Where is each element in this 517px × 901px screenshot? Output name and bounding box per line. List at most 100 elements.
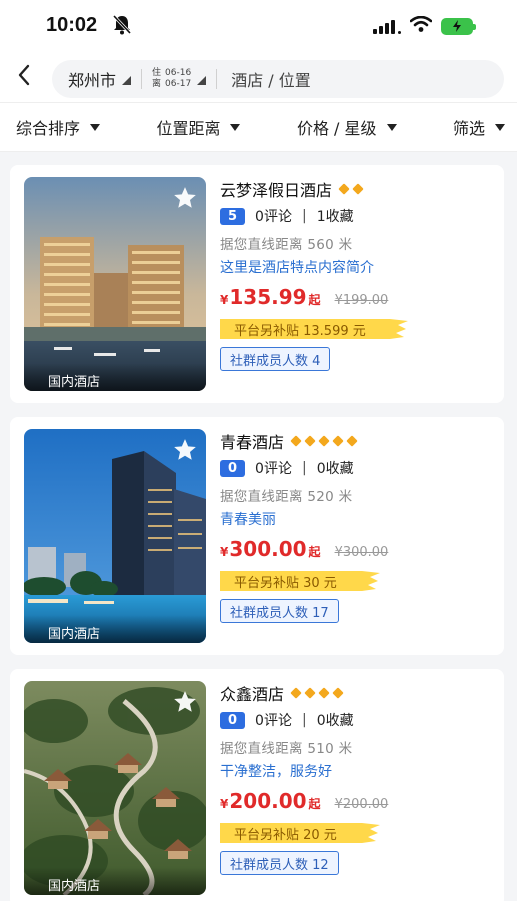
favorite-button[interactable]: [172, 689, 198, 715]
price-amount: 200.00: [229, 789, 307, 813]
currency-symbol: ¥: [220, 797, 229, 811]
original-price: ¥200.00: [334, 797, 389, 812]
favorite-count: 0收藏: [316, 713, 354, 729]
filter-distance[interactable]: 位置距离: [156, 115, 241, 139]
member-count-badge: 社群成员人数 4: [220, 347, 331, 371]
diamond-icon: [332, 687, 344, 699]
favorite-button[interactable]: [172, 437, 198, 463]
filter-label: 价格 / 星级: [296, 119, 377, 138]
filter-price-star[interactable]: 价格 / 星级: [297, 115, 397, 139]
category-tag: 国内酒店: [24, 615, 206, 643]
currency-symbol: ¥: [220, 293, 229, 307]
filter-label: 位置距离: [156, 119, 221, 138]
checkout-label: 离: [152, 79, 162, 89]
date-selector[interactable]: 住 06-16 离 06-17: [152, 68, 207, 90]
hotel-card[interactable]: 国内酒店 青春酒店 0 0评论 | 0收藏 据您直线距离 520 米 青春美丽 …: [10, 417, 504, 655]
back-button[interactable]: [10, 62, 38, 92]
diamond-icon: [352, 183, 364, 195]
hotel-description: 青春美丽: [220, 512, 276, 528]
filter-more[interactable]: 筛选: [453, 115, 505, 139]
filter-label: 筛选: [452, 119, 485, 138]
status-bar: 10:02: [0, 0, 517, 52]
caret-down-icon: [90, 123, 101, 131]
hotel-info: 众鑫酒店 0 0评论 | 0收藏 据您直线距离 510 米 干净整洁，服务好 ¥: [220, 681, 496, 875]
hotel-card[interactable]: 国内酒店 众鑫酒店 0 0评论 | 0收藏 据您直线距离 510 米 干净整洁，…: [10, 669, 504, 901]
diamond-icon: [290, 687, 302, 699]
separator: |: [301, 460, 307, 476]
subsidy-text: 平台另补贴 20 元: [234, 828, 337, 843]
price-amount: 300.00: [229, 537, 307, 561]
filter-sort[interactable]: 综合排序: [16, 115, 101, 139]
score-badge: 0: [220, 711, 246, 729]
hotel-photo: 国内酒店: [24, 681, 206, 895]
diamond-icon: [304, 687, 316, 699]
diamond-icon: [346, 435, 358, 447]
original-price: ¥199.00: [334, 293, 389, 308]
divider: [141, 69, 143, 89]
caret-down-icon: [494, 123, 505, 131]
diamond-icon: [290, 435, 302, 447]
hotel-info: 青春酒店 0 0评论 | 0收藏 据您直线距离 520 米 青春美丽 ¥ 300…: [220, 429, 496, 623]
checkin-date: 06-16: [165, 68, 192, 78]
member-count-badge: 社群成员人数 17: [220, 599, 339, 623]
distance-text: 据您直线距离 520 米: [220, 489, 353, 505]
hotel-card[interactable]: 国内酒店 云梦泽假日酒店 5 0评论 | 1收藏 据您直线距离 560 米 这里…: [10, 165, 504, 403]
search-input[interactable]: 酒店 / 位置: [231, 67, 311, 91]
price-suffix: 起: [308, 797, 321, 811]
date-range: 住 06-16 离 06-17: [152, 68, 191, 90]
original-price: ¥300.00: [334, 545, 389, 560]
wifi-icon: [409, 15, 433, 36]
category-tag: 国内酒店: [24, 867, 206, 895]
hotel-photo: 国内酒店: [24, 177, 206, 391]
distance-text: 据您直线距离 510 米: [220, 741, 353, 757]
caret-down-icon: [386, 123, 397, 131]
hotel-info: 云梦泽假日酒店 5 0评论 | 1收藏 据您直线距离 560 米 这里是酒店特点…: [220, 177, 496, 371]
filter-label: 综合排序: [16, 119, 81, 138]
status-indicators: [373, 15, 476, 36]
subsidy-text: 平台另补贴 30 元: [234, 576, 337, 591]
hotel-description: 干净整洁，服务好: [220, 764, 332, 780]
score-badge: 5: [220, 207, 246, 225]
hotel-photo: 国内酒店: [24, 429, 206, 643]
filter-bar: 综合排序 位置距离 价格 / 星级 筛选: [0, 102, 517, 152]
corner-triangle-icon: [197, 70, 207, 89]
search-row: 郑州市 住 06-16 离 06-17 酒店 / 位置: [0, 52, 517, 102]
checkout-date: 06-17: [165, 79, 192, 89]
subsidy-banner: 平台另补贴 20 元: [220, 821, 380, 845]
diamond-icon: [338, 183, 350, 195]
price-suffix: 起: [308, 293, 321, 307]
star-rating: [290, 435, 358, 447]
distance-text: 据您直线距离 560 米: [220, 237, 353, 253]
subsidy-text: 平台另补贴 13.599 元: [234, 324, 366, 339]
favorite-count: 0收藏: [316, 461, 354, 477]
divider: [216, 69, 218, 89]
subsidy-banner: 平台另补贴 13.599 元: [220, 317, 408, 341]
favorite-button[interactable]: [172, 185, 198, 211]
star-rating: [290, 687, 344, 699]
price-amount: 135.99: [229, 285, 307, 309]
star-icon: [172, 689, 198, 715]
price: ¥ 135.99 起: [220, 285, 321, 309]
price: ¥ 300.00 起: [220, 537, 321, 561]
city-selector[interactable]: 郑州市: [68, 67, 132, 91]
diamond-icon: [304, 435, 316, 447]
hotel-name: 云梦泽假日酒店: [220, 181, 333, 200]
category-tag: 国内酒店: [24, 363, 206, 391]
member-count-badge: 社群成员人数 12: [220, 851, 339, 875]
separator: |: [301, 208, 307, 224]
hotel-name: 青春酒店: [220, 433, 285, 452]
price: ¥ 200.00 起: [220, 789, 321, 813]
diamond-icon: [318, 687, 330, 699]
separator: |: [301, 712, 307, 728]
review-count: 0评论: [255, 713, 292, 729]
city-label: 郑州市: [68, 71, 117, 90]
checkin-label: 住: [152, 68, 162, 78]
diamond-icon: [318, 435, 330, 447]
hotel-description: 这里是酒店特点内容简介: [220, 260, 374, 276]
star-icon: [172, 185, 198, 211]
bell-slash-icon: [112, 14, 132, 40]
score-badge: 0: [220, 459, 246, 477]
hotel-name: 众鑫酒店: [220, 685, 285, 704]
price-suffix: 起: [308, 545, 321, 559]
status-time: 10:02: [46, 14, 98, 36]
